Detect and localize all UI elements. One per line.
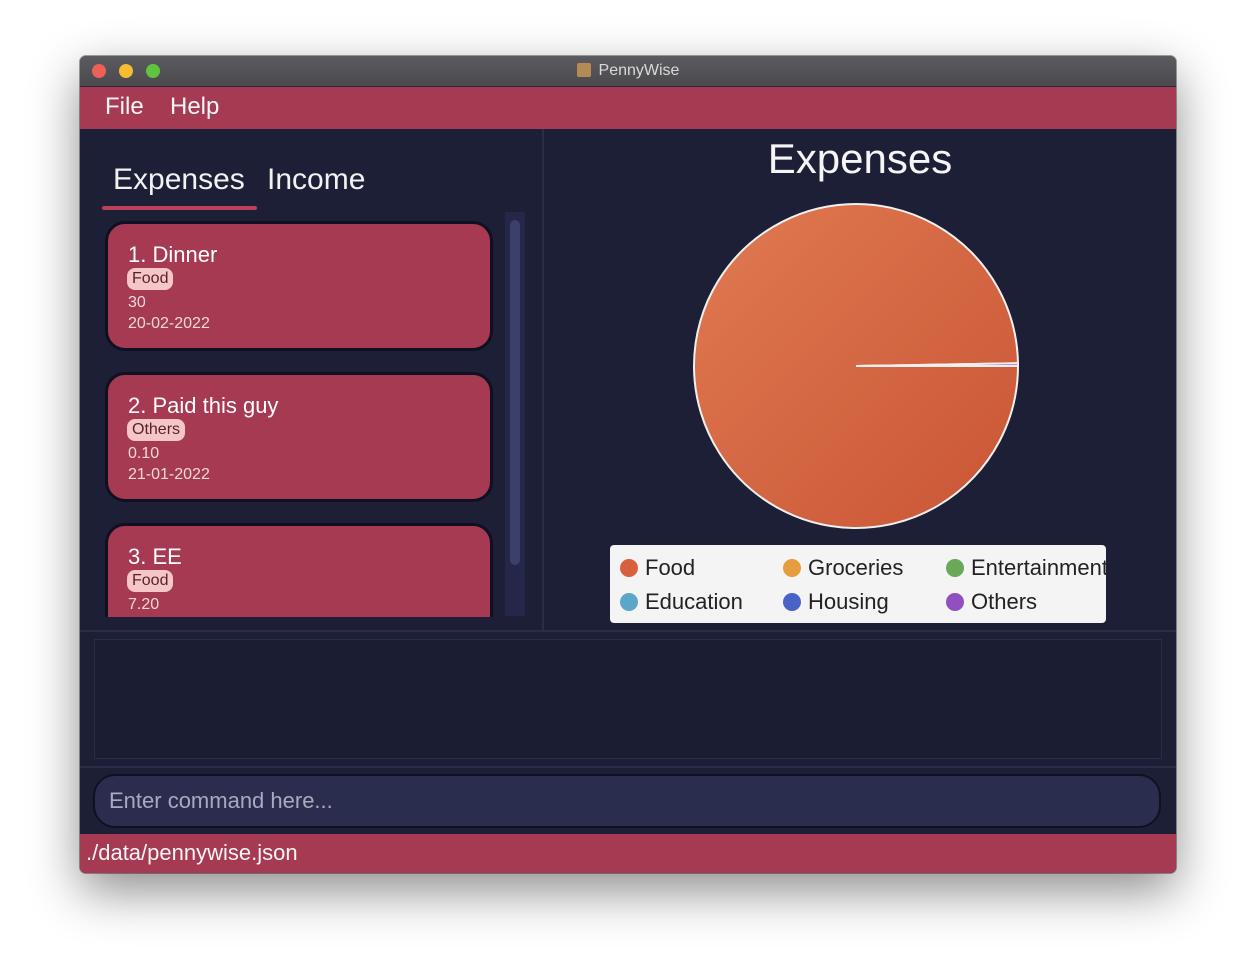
expense-amount: 30	[128, 294, 146, 311]
expense-card[interactable]: 3. EE Food 7.20	[105, 523, 493, 617]
expense-title: 2. Paid this guy	[128, 393, 279, 418]
expense-title: 1. Dinner	[128, 242, 218, 267]
legend-label-others: Others	[971, 589, 1038, 614]
title-bar: PennyWise	[80, 56, 1176, 87]
legend-dot-groceries	[783, 559, 801, 577]
app-icon	[576, 63, 591, 77]
list-scrollbar-thumb[interactable]	[510, 220, 520, 565]
legend-dot-education	[620, 593, 638, 611]
legend-dot-entertainment	[946, 559, 964, 577]
app-window: PennyWise File Help Expenses Income 1. D…	[80, 56, 1176, 873]
data-file-path: ./data/pennywise.json	[86, 840, 298, 865]
expense-card[interactable]: 1. Dinner Food 30 20-02-2022	[105, 221, 493, 351]
expense-pie-chart	[693, 203, 1020, 529]
legend-dot-food	[620, 559, 638, 577]
section-divider	[80, 630, 1176, 632]
chart-legend: Food Groceries Entertainment Education Housi…	[610, 545, 1108, 623]
legend-dot-others	[946, 593, 964, 611]
category-badge: Food	[127, 268, 174, 290]
section-divider	[80, 766, 1176, 768]
expense-title: 3. EE	[128, 544, 182, 569]
legend-label-housing: Housing	[808, 589, 889, 614]
legend-dot-housing	[783, 593, 801, 611]
legend-label-food: Food	[645, 555, 696, 580]
menu-bar: File Help	[80, 87, 1176, 129]
command-input[interactable]	[93, 774, 1161, 828]
expense-date: 20-02-2022	[128, 315, 210, 332]
chart-title: Expenses	[767, 135, 953, 182]
category-badge: Others	[127, 419, 186, 441]
expense-list[interactable]: 1. Dinner Food 30 20-02-2022 2. Paid thi…	[102, 217, 502, 617]
tab-income[interactable]: Income	[267, 163, 365, 197]
legend-label-entertainment: Entertainment	[971, 555, 1108, 580]
tab-expenses[interactable]: Expenses	[113, 163, 245, 197]
expense-date: 21-01-2022	[128, 466, 210, 483]
window-title: PennyWise	[80, 62, 1176, 80]
menu-help[interactable]: Help	[170, 93, 219, 121]
menu-file[interactable]: File	[105, 93, 144, 121]
legend-label-groceries: Groceries	[808, 555, 904, 580]
legend-label-education: Education	[645, 589, 743, 614]
category-badge: Food	[127, 570, 174, 592]
result-display	[94, 639, 1162, 759]
expense-amount: 0.10	[128, 445, 160, 462]
chart-panel: Expenses Food Groceries Entertainment Educa…	[544, 129, 1176, 630]
expense-card[interactable]: 2. Paid this guy Others 0.10 21-01-2022	[105, 372, 493, 502]
status-bar: ./data/pennywise.json	[80, 834, 1176, 873]
selected-tab-indicator	[102, 206, 257, 210]
expense-amount: 7.20	[128, 596, 160, 613]
list-scrollbar[interactable]	[505, 212, 525, 616]
entry-list-panel: Expenses Income 1. Dinner Food 30 20-02-…	[80, 129, 542, 630]
window-title-text: PennyWise	[598, 62, 680, 79]
